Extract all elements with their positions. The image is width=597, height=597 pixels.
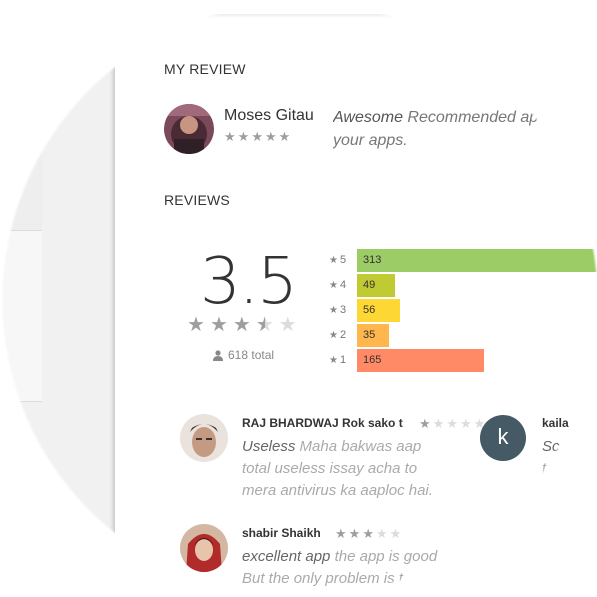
- review-avatar[interactable]: [180, 524, 228, 572]
- star-half-icon: ★: [256, 314, 274, 336]
- star-icon: ★: [329, 254, 338, 266]
- star-icon: ★: [335, 526, 347, 541]
- star-icon: ★: [187, 314, 205, 336]
- histogram-row: ★ 3 56: [329, 298, 400, 322]
- histogram-row-label: ★ 5: [329, 254, 357, 267]
- review-text-line2: t: [542, 460, 547, 477]
- average-rating: 3.5: [200, 245, 298, 319]
- reviews-title: REVIEWS: [164, 192, 230, 208]
- histogram-row-label: ★ 3: [329, 304, 357, 317]
- star-icon: ★: [362, 526, 374, 541]
- star-icon: ★: [329, 329, 338, 341]
- person-icon: [213, 349, 223, 361]
- my-avatar[interactable]: [164, 104, 214, 154]
- star-icon: ★: [232, 314, 251, 336]
- histogram-row: ★ 4 49: [329, 273, 395, 297]
- histogram-row: ★ 5 313: [329, 248, 597, 272]
- background-panel: [0, 0, 115, 597]
- star-icon: ★: [251, 129, 263, 144]
- review-avatar[interactable]: [180, 414, 228, 462]
- review-text-lead: excellent app: [242, 548, 331, 565]
- star-empty-icon: ★: [459, 416, 472, 431]
- histogram-bar: 165: [357, 348, 484, 372]
- review-text-rest: the app is good: [334, 548, 438, 565]
- star-icon: ★: [264, 129, 277, 144]
- histogram-bar-value: 35: [363, 329, 376, 341]
- my-review-user-name: Moses Gitau: [224, 107, 314, 124]
- review-avatar-letter[interactable]: k: [480, 415, 526, 461]
- top-shadow: [195, 14, 405, 18]
- histogram-bar: 49: [357, 273, 395, 297]
- histogram-bar: 313: [357, 248, 597, 272]
- histogram-bar-value: 313: [363, 254, 382, 266]
- my-review-title: MY REVIEW: [164, 61, 246, 77]
- review-user-name: RAJ BHARDWAJ Rok sako t: [242, 416, 403, 430]
- star-icon: ★: [224, 129, 236, 144]
- histogram-star-count: 4: [339, 279, 347, 291]
- review-user-name: shabir Shaikh: [242, 526, 321, 540]
- histogram-row-label: ★ 2: [329, 329, 357, 342]
- review-stars: ★ ★ ★ ★ ★: [419, 417, 485, 430]
- star-icon: ★: [278, 129, 291, 144]
- star-empty-icon: ★: [278, 314, 297, 336]
- review-text-line3: mera antivirus ka aaploc hai.: [242, 482, 433, 499]
- review-text-rest: Maha bakwas aap: [299, 438, 422, 455]
- histogram-row-label: ★ 4: [329, 279, 357, 292]
- star-empty-icon: ★: [432, 416, 445, 431]
- star-icon: ★: [348, 526, 361, 541]
- histogram-row-label: ★ 1: [329, 354, 357, 367]
- star-icon: ★: [237, 129, 250, 144]
- star-empty-icon: ★: [446, 416, 458, 431]
- histogram-bar-value: 49: [363, 279, 376, 291]
- star-icon: ★: [329, 354, 338, 366]
- total-ratings-label: 618 total: [228, 348, 275, 362]
- my-review-text: Awesome Recommended ap your apps.: [333, 106, 539, 152]
- histogram-star-count: 5: [339, 254, 347, 266]
- review-text: Useless Maha bakwas aap total useless is…: [242, 436, 448, 502]
- review-text-line2: But the only problem is t: [242, 570, 403, 587]
- histogram-star-count: 2: [339, 329, 347, 341]
- histogram-bar-value: 56: [363, 304, 376, 316]
- total-ratings: 618 total: [213, 348, 274, 362]
- star-empty-icon: ★: [389, 526, 402, 541]
- review-text-line2: total useless issay acha to: [242, 460, 418, 477]
- review-text-lead: Sc: [542, 438, 560, 455]
- background-panel-top: [0, 88, 42, 231]
- average-stars: ★ ★ ★ ★ ★: [187, 314, 297, 336]
- review-text: excellent app the app is good But the on…: [242, 546, 448, 590]
- review-stars: ★ ★ ★ ★ ★: [335, 527, 401, 540]
- histogram-star-count: 3: [339, 304, 347, 316]
- histogram-row: ★ 2 35: [329, 323, 389, 347]
- star-icon: ★: [209, 314, 228, 336]
- histogram-bar: 35: [357, 323, 389, 347]
- background-panel-bottom: [0, 231, 42, 402]
- histogram-star-count: 1: [339, 354, 347, 366]
- star-icon: ★: [419, 416, 431, 431]
- star-icon: ★: [329, 279, 338, 291]
- review-user-name: kaila: [542, 416, 569, 430]
- histogram-bar-value: 165: [363, 354, 382, 366]
- review-text-lead: Useless: [242, 438, 296, 455]
- star-empty-icon: ★: [375, 526, 388, 541]
- my-review-stars: ★ ★ ★ ★ ★: [224, 130, 290, 143]
- my-review-text-lead: Awesome: [333, 109, 403, 126]
- star-icon: ★: [329, 304, 338, 316]
- histogram-bar: 56: [357, 298, 400, 322]
- review-text: Sc t: [542, 436, 560, 480]
- my-review-text-line2: your apps.: [333, 132, 408, 149]
- my-review-text-rest: Recommended ap: [407, 109, 539, 126]
- histogram-row: ★ 1 165: [329, 348, 484, 372]
